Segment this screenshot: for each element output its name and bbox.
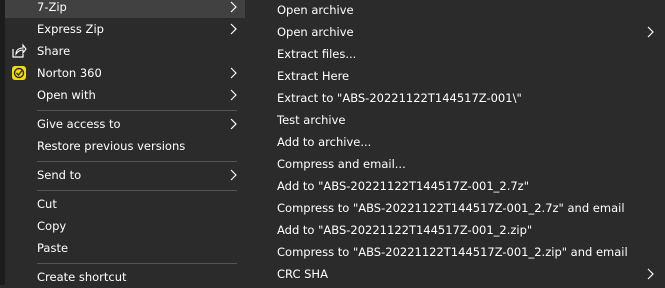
menu-gap xyxy=(245,0,256,285)
menu-item-label: Open with xyxy=(37,88,96,102)
menu-item-label: Extract Here xyxy=(277,69,350,83)
menu-separator xyxy=(37,263,237,264)
submenu-item-add-to-7z[interactable]: Add to "ABS-20221122T144517Z-001_2.7z" xyxy=(256,175,665,197)
menu-item-label: Send to xyxy=(37,168,82,182)
menu-item-label: Paste xyxy=(37,241,69,255)
menu-item-paste[interactable]: Paste xyxy=(5,237,245,259)
submenu-item-extract-files[interactable]: Extract files... xyxy=(256,43,665,65)
submenu-item-crc-sha[interactable]: CRC SHA xyxy=(256,263,665,285)
submenu-item-extract-here[interactable]: Extract Here xyxy=(256,65,665,87)
menu-item-label: Norton 360 xyxy=(37,66,102,80)
chevron-right-icon xyxy=(230,118,237,130)
menu-item-cut[interactable]: Cut xyxy=(5,193,245,215)
submenu-item-test-archive[interactable]: Test archive xyxy=(256,109,665,131)
menu-item-send-to[interactable]: Send to xyxy=(5,164,245,186)
context-menu: 7-Zip Express Zip Share Norton 360 Open … xyxy=(5,0,245,285)
chevron-right-icon xyxy=(230,89,237,101)
submenu-item-open-archive-more[interactable]: Open archive xyxy=(256,21,665,43)
menu-item-label: Add to "ABS-20221122T144517Z-001_2.zip" xyxy=(277,223,533,237)
menu-item-label: Restore previous versions xyxy=(37,139,186,153)
menu-item-label: Share xyxy=(37,44,71,58)
menu-item-7zip[interactable]: 7-Zip xyxy=(5,0,245,18)
chevron-right-icon xyxy=(230,169,237,181)
menu-item-label: Add to "ABS-20221122T144517Z-001_2.7z" xyxy=(277,179,530,193)
menu-item-restore-versions[interactable]: Restore previous versions xyxy=(5,135,245,157)
menu-item-label: Extract to "ABS-20221122T144517Z-001\" xyxy=(277,91,522,105)
menu-item-copy[interactable]: Copy xyxy=(5,215,245,237)
menu-item-label: Cut xyxy=(37,197,57,211)
submenu-item-extract-to[interactable]: Extract to "ABS-20221122T144517Z-001\" xyxy=(256,87,665,109)
menu-item-label: Copy xyxy=(37,219,67,233)
menu-item-label: Compress and email... xyxy=(277,157,406,171)
submenu-item-compress-7z-email[interactable]: Compress to "ABS-20221122T144517Z-001_2.… xyxy=(256,197,665,219)
chevron-right-icon xyxy=(230,23,237,35)
menu-item-label: Create shortcut xyxy=(37,270,127,284)
menu-item-label: 7-Zip xyxy=(37,0,67,14)
menu-item-label: Open archive xyxy=(277,3,354,17)
menu-item-label: Open archive xyxy=(277,25,354,39)
menu-item-label: Compress to "ABS-20221122T144517Z-001_2.… xyxy=(277,245,628,259)
menu-item-label: CRC SHA xyxy=(277,267,328,281)
norton-icon xyxy=(12,66,26,80)
menu-separator xyxy=(37,110,237,111)
menu-item-label: Give access to xyxy=(37,117,121,131)
menu-item-share[interactable]: Share xyxy=(5,40,245,62)
submenu-item-compress-email[interactable]: Compress and email... xyxy=(256,153,665,175)
menu-item-label: Express Zip xyxy=(37,22,104,36)
menu-item-give-access[interactable]: Give access to xyxy=(5,113,245,135)
submenu-item-add-to-archive[interactable]: Add to archive... xyxy=(256,131,665,153)
menu-item-norton-360[interactable]: Norton 360 xyxy=(5,62,245,84)
submenu-item-add-to-zip[interactable]: Add to "ABS-20221122T144517Z-001_2.zip" xyxy=(256,219,665,241)
menu-item-label: Add to archive... xyxy=(277,135,372,149)
menu-separator xyxy=(37,190,237,191)
menu-separator xyxy=(37,161,237,162)
menu-item-label: Test archive xyxy=(277,113,346,127)
menu-item-open-with[interactable]: Open with xyxy=(5,84,245,106)
menu-item-express-zip[interactable]: Express Zip xyxy=(5,18,245,40)
share-icon xyxy=(12,43,27,58)
chevron-right-icon xyxy=(647,268,654,280)
chevron-right-icon xyxy=(647,26,654,38)
7zip-submenu: Open archive Open archive Extract files.… xyxy=(256,0,665,285)
menu-item-label: Compress to "ABS-20221122T144517Z-001_2.… xyxy=(277,201,625,215)
menu-item-label: Extract files... xyxy=(277,47,357,61)
submenu-item-compress-zip-email[interactable]: Compress to "ABS-20221122T144517Z-001_2.… xyxy=(256,241,665,263)
submenu-item-open-archive[interactable]: Open archive xyxy=(256,0,665,21)
chevron-right-icon xyxy=(230,1,237,13)
chevron-right-icon xyxy=(230,67,237,79)
